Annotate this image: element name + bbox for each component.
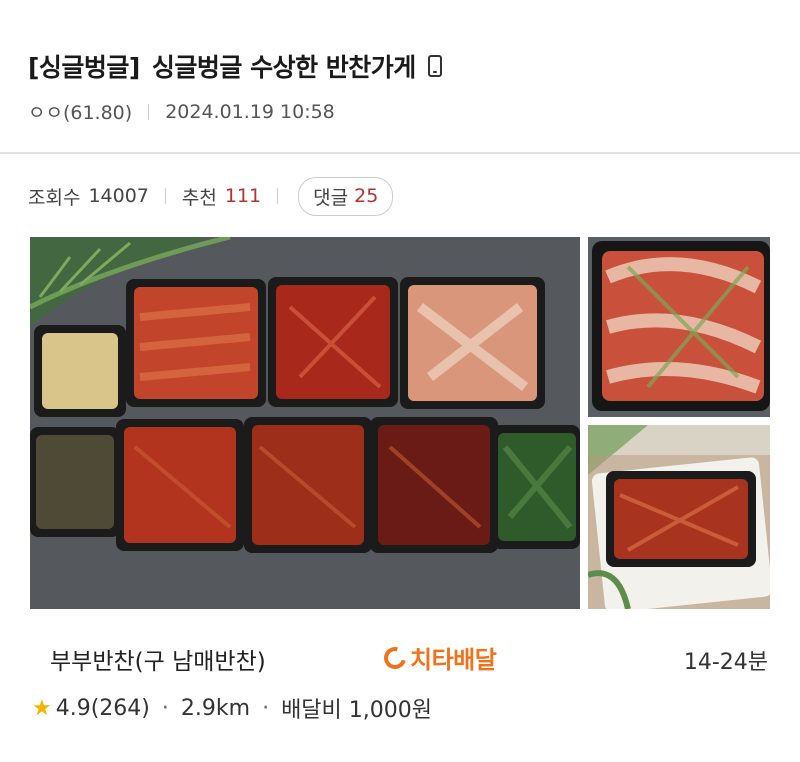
divider <box>148 103 150 120</box>
post-datetime: 2024.01.19 10:58 <box>165 100 335 123</box>
cheetah-logo-icon <box>379 642 411 673</box>
post-meta: ㅇㅇ(61.80) 2024.01.19 10:58 <box>28 98 335 125</box>
main-banchan-photo[interactable] <box>30 237 580 609</box>
delivery-fee: 배달비 1,000원 <box>281 698 432 723</box>
comments-button[interactable]: 댓글 25 <box>298 176 394 216</box>
post-tag: [싱글벙글] <box>28 53 140 82</box>
views-label: 조회수 <box>28 186 81 209</box>
side-dish-photo[interactable] <box>588 425 770 609</box>
post-header: [싱글벙글] 싱글벙글 수상한 반찬가게 ㅇㅇ(61.80) 2024.01.1… <box>0 0 800 152</box>
star-icon: ★ <box>32 695 52 721</box>
author[interactable]: ㅇㅇ(61.80) <box>28 98 132 125</box>
comments-count: 25 <box>354 185 379 207</box>
shop-info-row: ★ 4.9(264) · 2.9km · 배달비 1,000원 <box>32 692 432 724</box>
cheetah-delivery-badge: 치타배달 <box>379 640 497 675</box>
recommend-label: 추천 <box>181 186 217 209</box>
comments-label: 댓글 <box>313 186 349 209</box>
rating: 4.9(264) <box>55 695 150 721</box>
shop-name[interactable]: 부부반찬(구 남매반찬) <box>50 642 266 676</box>
post-title: [싱글벙글] 싱글벙글 수상한 반찬가게 <box>28 48 442 84</box>
divider <box>277 188 279 204</box>
distance: 2.9km <box>180 695 251 721</box>
dot-separator: · <box>161 695 169 721</box>
dot-separator: · <box>262 695 270 721</box>
kimchi-photo[interactable] <box>588 237 770 417</box>
recommend-count: 111 <box>224 185 262 207</box>
post-stats: 조회수 14007 추천 111 댓글 25 <box>28 176 394 216</box>
delivery-time: 14-24분 <box>683 650 768 675</box>
mobile-icon <box>427 55 442 77</box>
banchan-photos <box>30 237 770 609</box>
post-title-text: 싱글벙글 수상한 반찬가게 <box>151 53 416 82</box>
header-divider <box>0 152 800 154</box>
divider <box>164 188 166 204</box>
views-count: 14007 <box>88 185 149 207</box>
cheetah-badge-label: 치타배달 <box>410 646 497 674</box>
